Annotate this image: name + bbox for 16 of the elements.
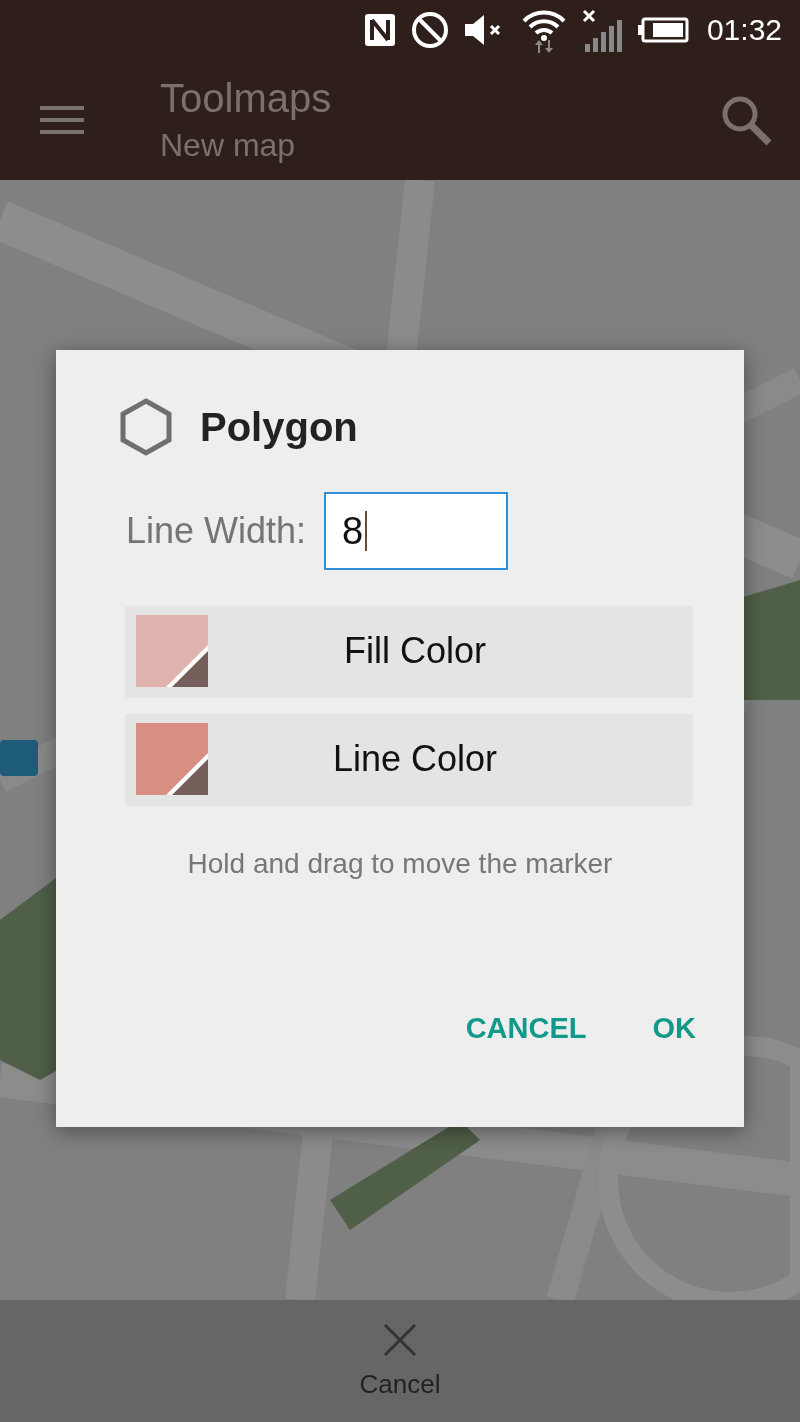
map-subtitle: New map — [160, 127, 297, 164]
color-button[interactable]: Fill Color — [126, 606, 692, 696]
hint-text: Hold and drag to move the marker — [186, 848, 614, 880]
app-title: Toolmaps — [160, 76, 333, 121]
input-field[interactable]: 8 — [324, 492, 509, 570]
nfc-icon — [362, 12, 397, 48]
menu-button[interactable] — [40, 105, 84, 135]
clock-time: 01:32 — [706, 13, 782, 47]
color-button[interactable]: Line Color — [126, 714, 692, 804]
close-icon — [383, 1322, 417, 1357]
line-width-label: Line Width: — [126, 510, 307, 552]
dialog-title: Polygon — [200, 404, 358, 450]
battery-icon — [636, 17, 689, 43]
blocked-icon — [410, 11, 449, 49]
no-signal-icon — [580, 8, 623, 52]
hexagon-icon — [118, 398, 174, 456]
